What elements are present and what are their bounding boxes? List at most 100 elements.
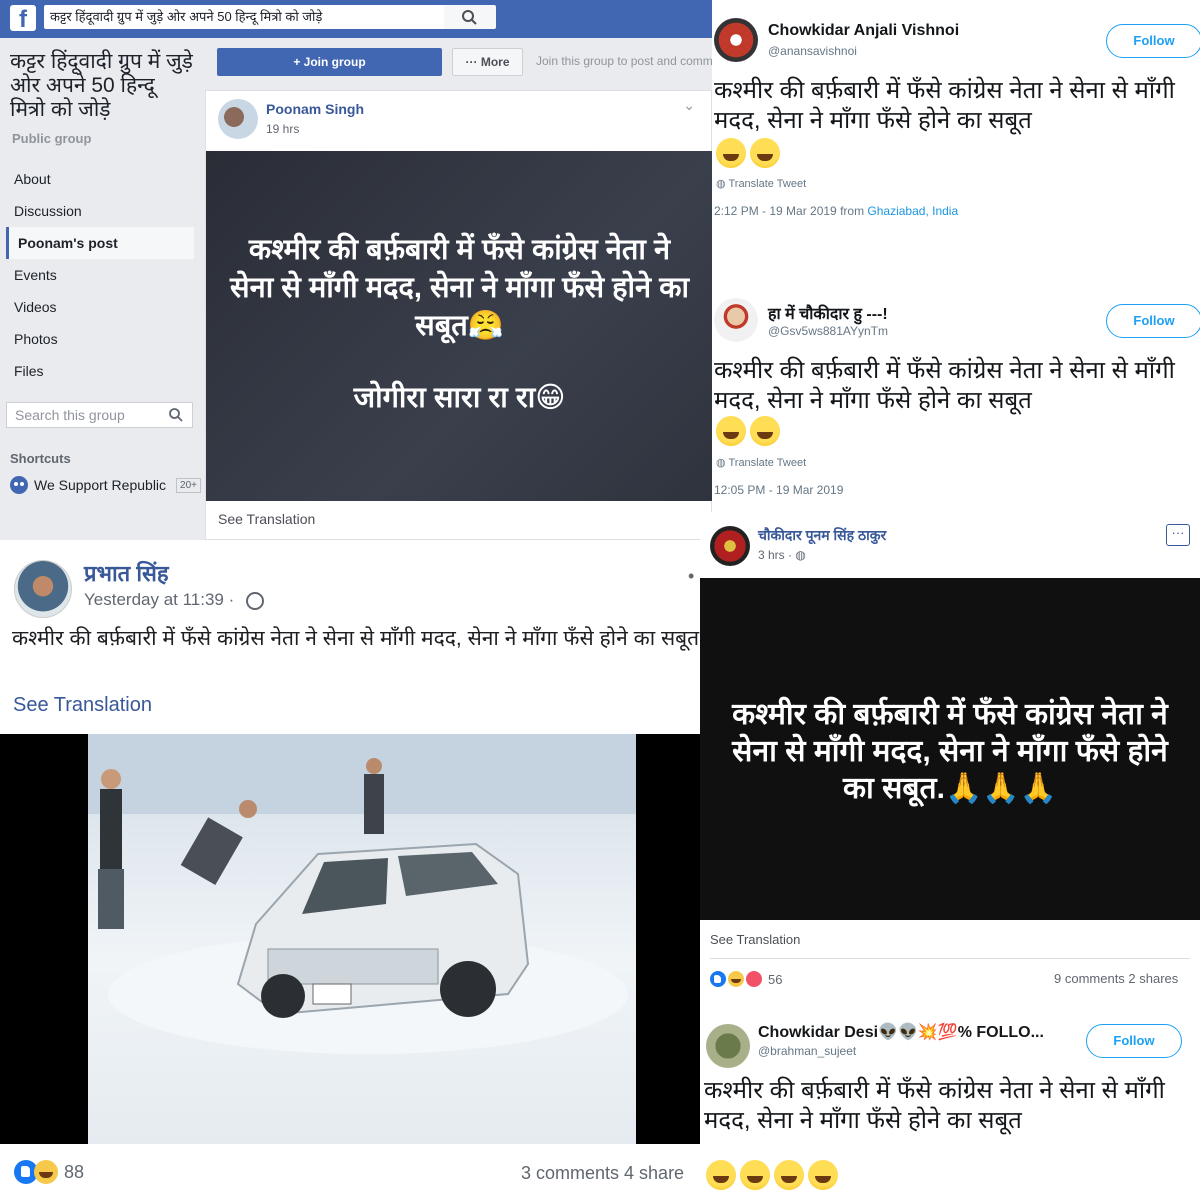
avatar[interactable] <box>706 1024 750 1068</box>
group-search-input[interactable]: Search this group <box>6 402 193 428</box>
divider <box>710 958 1190 959</box>
tweet-time: 2:12 PM - 19 Mar 2019 from <box>714 204 868 218</box>
like-icon <box>710 971 726 987</box>
tweet-author-name[interactable]: Chowkidar Desi👽👽💥💯% FOLLO... <box>758 1022 1044 1042</box>
laughing-emoji-icon <box>750 416 780 446</box>
post-photo[interactable] <box>0 734 700 1144</box>
post-image-text-secondary: जोगीरा सारा रा रा😁 <box>353 382 566 414</box>
more-icon: ··· <box>465 55 481 69</box>
globe-icon: ◍ <box>716 457 729 469</box>
sidebar-item-files[interactable]: Files <box>6 355 194 387</box>
join-group-button[interactable]: + Join group <box>217 48 442 76</box>
sidebar-item-discussion[interactable]: Discussion <box>6 195 194 227</box>
reaction-count: 88 <box>64 1161 85 1182</box>
more-button[interactable]: ··· More <box>452 48 523 76</box>
reactions-summary[interactable]: 88 <box>14 1160 84 1184</box>
reactions-summary[interactable]: 56 <box>710 971 782 987</box>
more-icon[interactable]: • <box>688 566 694 587</box>
post-timestamp[interactable]: 3 hrs · ◍ <box>758 548 806 562</box>
post-image[interactable]: कश्मीर की बर्फ़बारी में फँसे कांग्रेस ने… <box>700 578 1200 920</box>
search-input[interactable]: कट्टर हिंदूवादी ग्रुप में जुड़े ओर अपने … <box>44 5 444 29</box>
laughing-emoji-icon <box>706 1160 736 1190</box>
facebook-post-dark: चौकीदार पूनम सिंह ठाकुर 3 hrs · ◍ ··· कश… <box>700 512 1200 1000</box>
comments-shares-count[interactable]: 9 comments 2 shares <box>1054 971 1178 986</box>
follow-button[interactable]: Follow <box>1086 1024 1182 1058</box>
group-title[interactable]: कट्टर हिंदूवादी ग्रुप में जुड़े ओर अपने … <box>10 50 195 122</box>
emoji-row <box>716 138 784 168</box>
follow-button[interactable]: Follow <box>1106 24 1200 58</box>
post-timestamp[interactable]: 19 hrs <box>266 122 299 136</box>
laughing-emoji-icon <box>750 138 780 168</box>
more-options-button[interactable]: ··· <box>1166 524 1190 546</box>
facebook-post-photo: प्रभात सिंह Yesterday at 11:39 · • कश्मी… <box>0 540 700 1200</box>
avatar[interactable] <box>14 560 72 618</box>
laughing-emoji-icon <box>740 1160 770 1190</box>
translate-tweet-link[interactable]: ◍ Translate Tweet <box>716 177 806 190</box>
tweet-text: कश्मीर की बर्फ़बारी में फँसे कांग्रेस ने… <box>714 356 1200 416</box>
post-image[interactable]: कश्मीर की बर्फ़बारी में फँसे कांग्रेस ने… <box>206 151 712 501</box>
search-icon <box>169 408 183 422</box>
avatar[interactable] <box>710 526 750 566</box>
avatar[interactable] <box>714 18 758 62</box>
shortcut-label: We Support Republic <box>34 477 167 493</box>
smiling-emoji-icon <box>808 1160 838 1190</box>
group-sidebar-nav: About Discussion Poonam's post Events Vi… <box>6 163 194 387</box>
tweet-timestamp[interactable]: 12:05 PM - 19 Mar 2019 <box>714 483 843 497</box>
facebook-logo-icon[interactable]: f <box>10 5 36 33</box>
facebook-top-bar: f कट्टर हिंदूवादी ग्रुप में जुड़े ओर अपन… <box>0 0 712 38</box>
emoji-row <box>706 1160 842 1190</box>
tweet-text-body: कश्मीर की बर्फ़बारी में फँसे कांग्रेस ने… <box>714 357 1175 414</box>
laughing-emoji-icon <box>716 416 746 446</box>
post-author[interactable]: चौकीदार पूनम सिंह ठाकुर <box>758 526 886 545</box>
facebook-group-screenshot: f कट्टर हिंदूवादी ग्रुप में जुड़े ओर अपन… <box>0 0 712 540</box>
smiling-emoji-icon <box>774 1160 804 1190</box>
sidebar-item-about[interactable]: About <box>6 163 194 195</box>
join-hint-text: Join this group to post and comm <box>536 54 712 68</box>
follow-button[interactable]: Follow <box>1106 304 1200 338</box>
translate-tweet-link[interactable]: ◍ Translate Tweet <box>716 456 806 469</box>
tweet-card-2: हा में चौकीदार हु ---! @Gsv5ws881AYynTm … <box>712 280 1200 512</box>
tweet-text: कश्मीर की बर्फ़बारी में फँसे कांग्रेस ने… <box>704 1076 1194 1136</box>
tweet-text: कश्मीर की बर्फ़बारी में फँसे कांग्रेस ने… <box>714 76 1200 136</box>
post-author[interactable]: Poonam Singh <box>266 101 364 117</box>
sidebar-item-photos[interactable]: Photos <box>6 323 194 355</box>
translate-tweet-label: Translate Tweet <box>728 178 807 190</box>
globe-icon <box>246 592 264 610</box>
shortcut-item[interactable]: We Support Republic 20+ <box>10 476 202 494</box>
chevron-down-icon[interactable]: ⌄ <box>683 97 695 114</box>
post-text: कश्मीर की बर्फ़बारी में फँसे कांग्रेस ने… <box>12 627 700 650</box>
tweet-timestamp[interactable]: 2:12 PM - 19 Mar 2019 from Ghaziabad, In… <box>714 204 958 218</box>
laughing-emoji-icon <box>716 138 746 168</box>
haha-icon <box>728 971 744 987</box>
avatar[interactable] <box>218 99 258 139</box>
post-image-text: कश्मीर की बर्फ़बारी में फँसे कांग्रेस ने… <box>230 234 689 342</box>
shortcut-count-badge: 20+ <box>176 477 202 493</box>
shortcuts-heading: Shortcuts <box>10 451 71 466</box>
group-search-placeholder: Search this group <box>15 407 125 423</box>
comments-shares-count[interactable]: 3 comments 4 share <box>521 1163 684 1184</box>
avatar[interactable] <box>714 298 758 342</box>
more-label: More <box>480 55 510 69</box>
tweet-text-body: कश्मीर की बर्फ़बारी में फँसे कांग्रेस ने… <box>714 77 1175 134</box>
sidebar-item-post[interactable]: Poonam's post <box>6 227 194 259</box>
see-translation-link[interactable]: See Translation <box>218 511 315 527</box>
tweet-card-3: Chowkidar Desi👽👽💥💯% FOLLO... @brahman_su… <box>700 1000 1200 1200</box>
sidebar-item-events[interactable]: Events <box>6 259 194 291</box>
search-button[interactable] <box>444 5 496 29</box>
tweet-author-handle[interactable]: @Gsv5ws881AYynTm <box>768 324 888 338</box>
tweet-location-link[interactable]: Ghaziabad, India <box>867 204 958 218</box>
see-translation-link[interactable]: See Translation <box>710 932 800 947</box>
group-post: Poonam Singh 19 hrs ⌄ कश्मीर की बर्फ़बार… <box>205 90 712 540</box>
tweet-author-name[interactable]: Chowkidar Anjali Vishnoi <box>768 22 959 40</box>
post-timestamp[interactable]: Yesterday at 11:39 · <box>84 590 234 610</box>
tweet-author-handle[interactable]: @brahman_sujeet <box>758 1044 856 1058</box>
tweet-text-body: कश्मीर की बर्फ़बारी में फँसे कांग्रेस ने… <box>704 1077 1165 1134</box>
post-time-label: 3 hrs · <box>758 548 793 562</box>
post-author[interactable]: प्रभात सिंह <box>84 558 169 588</box>
tweet-author-name[interactable]: हा में चौकीदार हु ---! <box>768 302 888 324</box>
tweet-author-handle[interactable]: @anansavishnoi <box>768 44 857 58</box>
search-icon <box>462 10 477 25</box>
love-icon <box>746 971 762 987</box>
sidebar-item-videos[interactable]: Videos <box>6 291 194 323</box>
see-translation-link[interactable]: See Translation <box>13 694 152 717</box>
